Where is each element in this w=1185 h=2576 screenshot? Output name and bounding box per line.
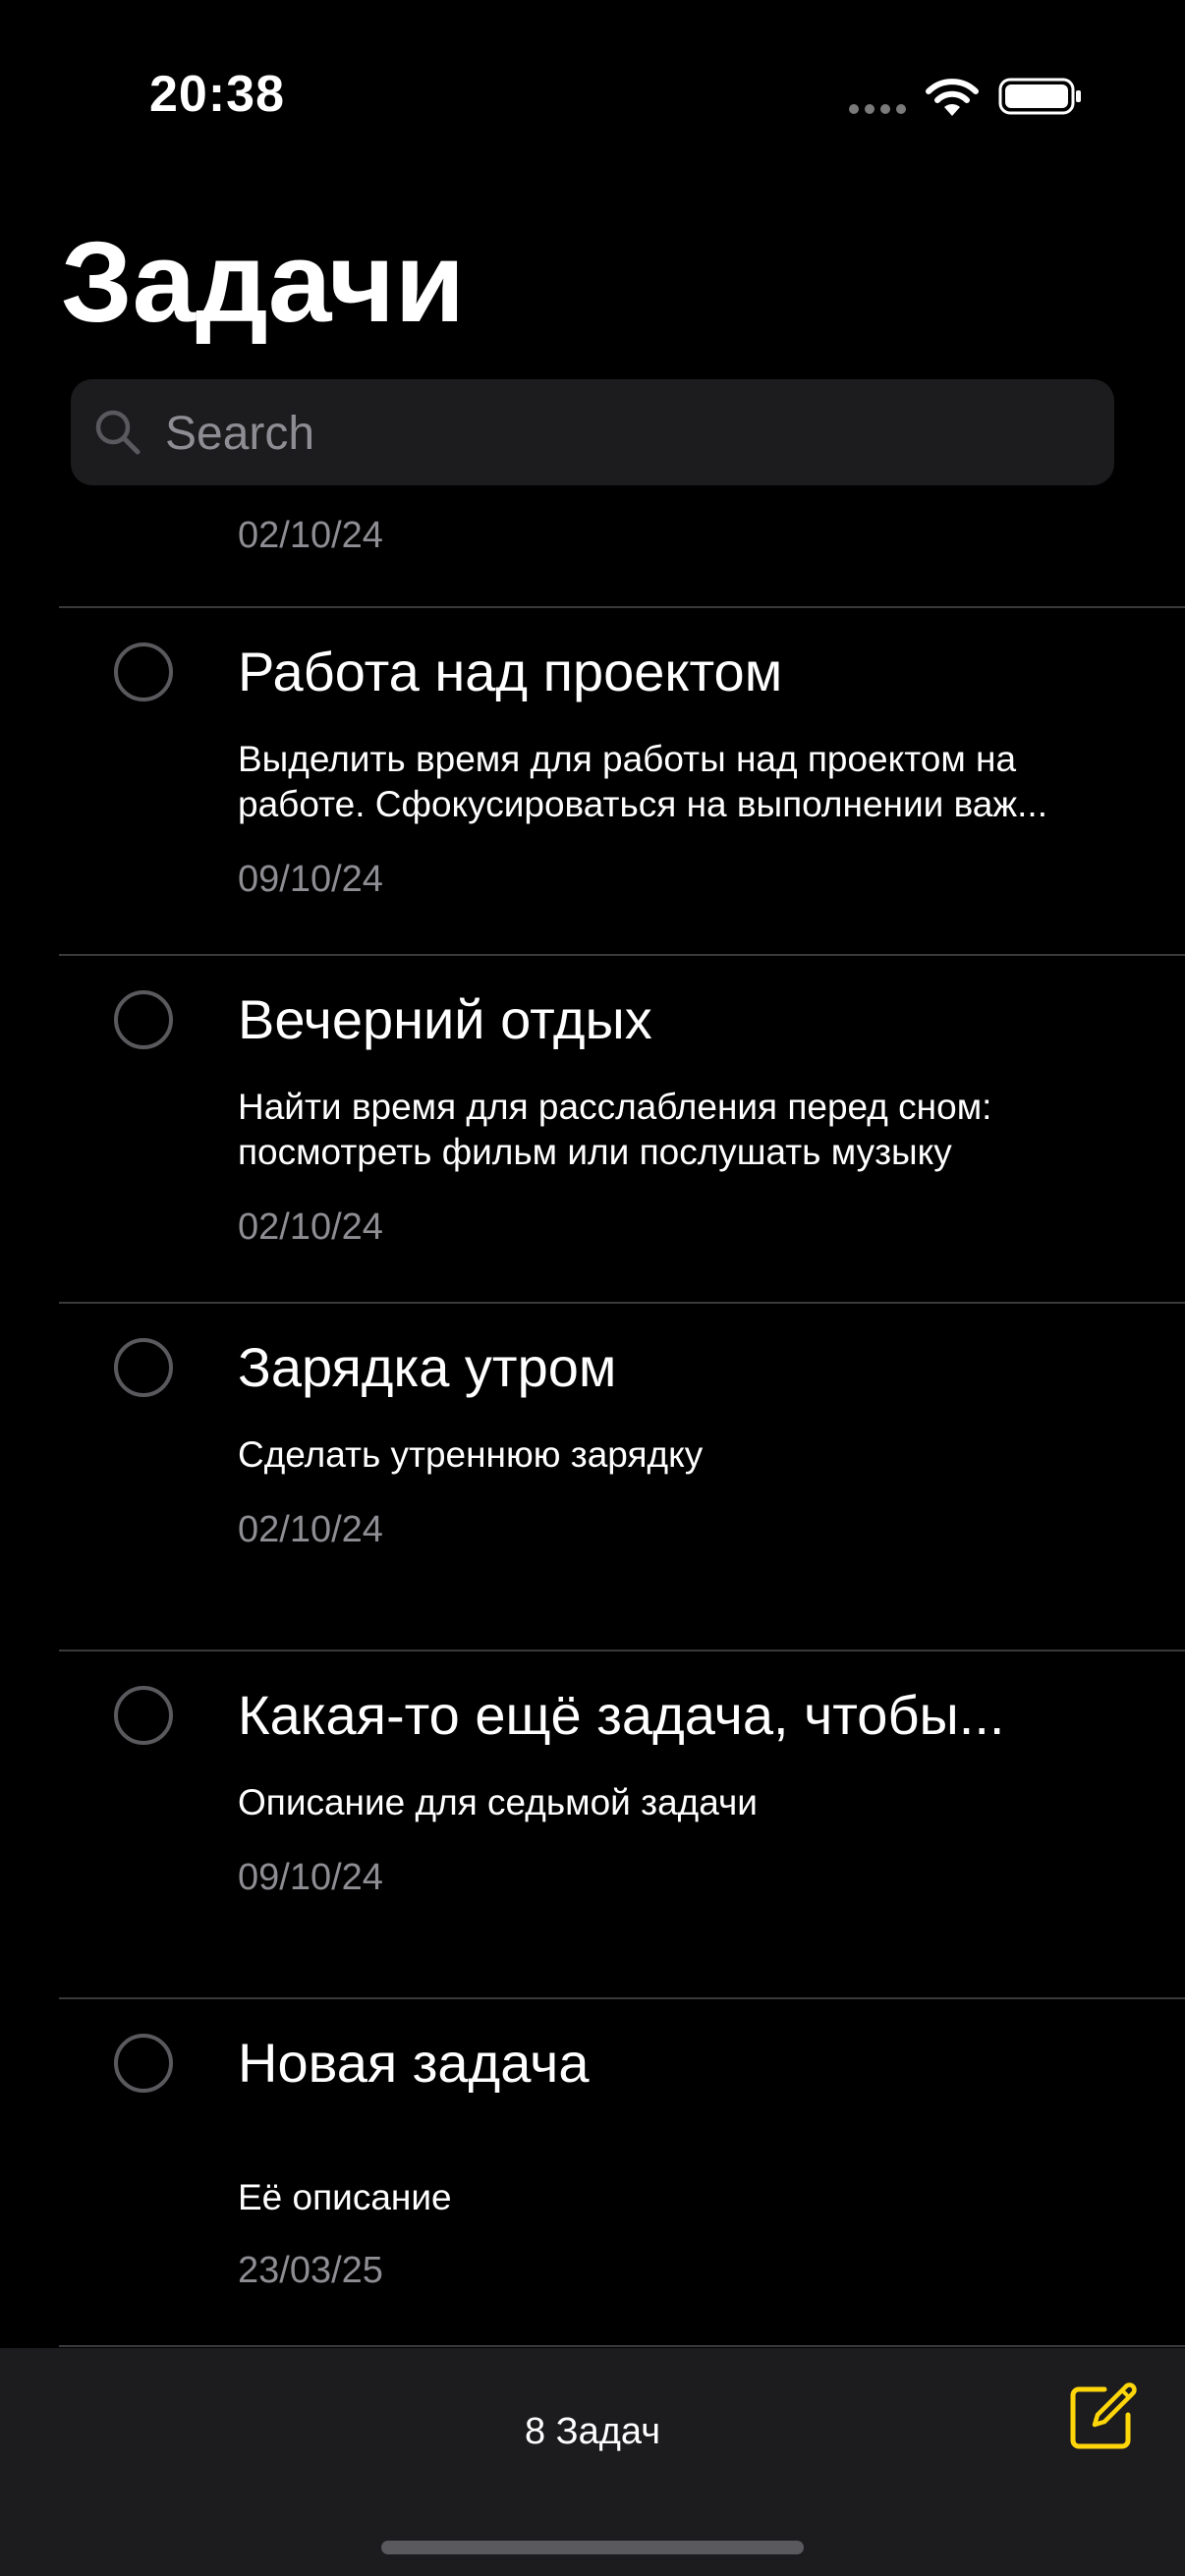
wifi-icon	[926, 79, 979, 116]
square-and-pencil-icon[interactable]	[1065, 2380, 1140, 2454]
search-input[interactable]	[163, 379, 1091, 487]
task-row[interactable]: Вечерний отдых Найти время для расслабле…	[0, 955, 1185, 1303]
task-title: Какая-то ещё задача, чтобы...	[238, 1684, 1005, 1746]
task-row[interactable]: Работа над проектом Выделить время для р…	[0, 607, 1185, 955]
task-checkbox[interactable]	[114, 1686, 173, 1745]
task-date: 09/10/24	[238, 859, 383, 900]
home-indicator	[381, 2541, 804, 2554]
status-bar: 20:38	[0, 0, 1185, 196]
task-row[interactable]: Зарядка утром Сделать утреннюю зарядку 0…	[0, 1303, 1185, 1651]
bottom-toolbar: 8 Задач	[0, 2348, 1185, 2576]
task-checkbox[interactable]	[114, 1338, 173, 1397]
search-bar[interactable]	[71, 379, 1114, 487]
task-date: 02/10/24	[238, 1509, 383, 1550]
task-row[interactable]: Новая задача Её описание 23/03/25	[0, 1998, 1185, 2346]
task-title: Вечерний отдых	[238, 988, 652, 1050]
task-checkbox[interactable]	[114, 2034, 173, 2093]
task-date: 02/10/24	[238, 515, 383, 556]
battery-icon	[998, 78, 1081, 115]
task-description: Её описание	[238, 2177, 452, 2217]
task-date: 09/10/24	[238, 1857, 383, 1898]
status-time: 20:38	[149, 66, 285, 123]
task-row[interactable]: Какая-то ещё задача, чтобы... Описание д…	[0, 1651, 1185, 1998]
task-date: 23/03/25	[238, 2250, 383, 2291]
task-title: Зарядка утром	[238, 1336, 617, 1398]
task-description: Сделать утреннюю зарядку	[238, 1434, 704, 1475]
task-count-label: 8 Задач	[524, 2411, 661, 2452]
divider	[59, 2345, 1185, 2347]
page-title: Задачи	[61, 218, 466, 346]
task-description: Описание для седьмой задачи	[238, 1782, 758, 1822]
task-title: Новая задача	[238, 2032, 590, 2094]
task-list[interactable]: 02/10/24 Работа над проектом Выделить вр…	[0, 491, 1185, 2348]
cellular-signal-icon	[849, 104, 908, 114]
task-title: Работа над проектом	[238, 641, 783, 702]
search-icon	[95, 410, 141, 455]
task-checkbox[interactable]	[114, 990, 173, 1049]
task-checkbox[interactable]	[114, 643, 173, 701]
task-date: 02/10/24	[238, 1206, 383, 1248]
task-description: Найти время для расслабления перед сном:…	[238, 1087, 992, 1172]
task-description: Выделить время для работы над проектом н…	[238, 739, 1047, 824]
list-item-partial[interactable]: 02/10/24	[0, 491, 1185, 607]
